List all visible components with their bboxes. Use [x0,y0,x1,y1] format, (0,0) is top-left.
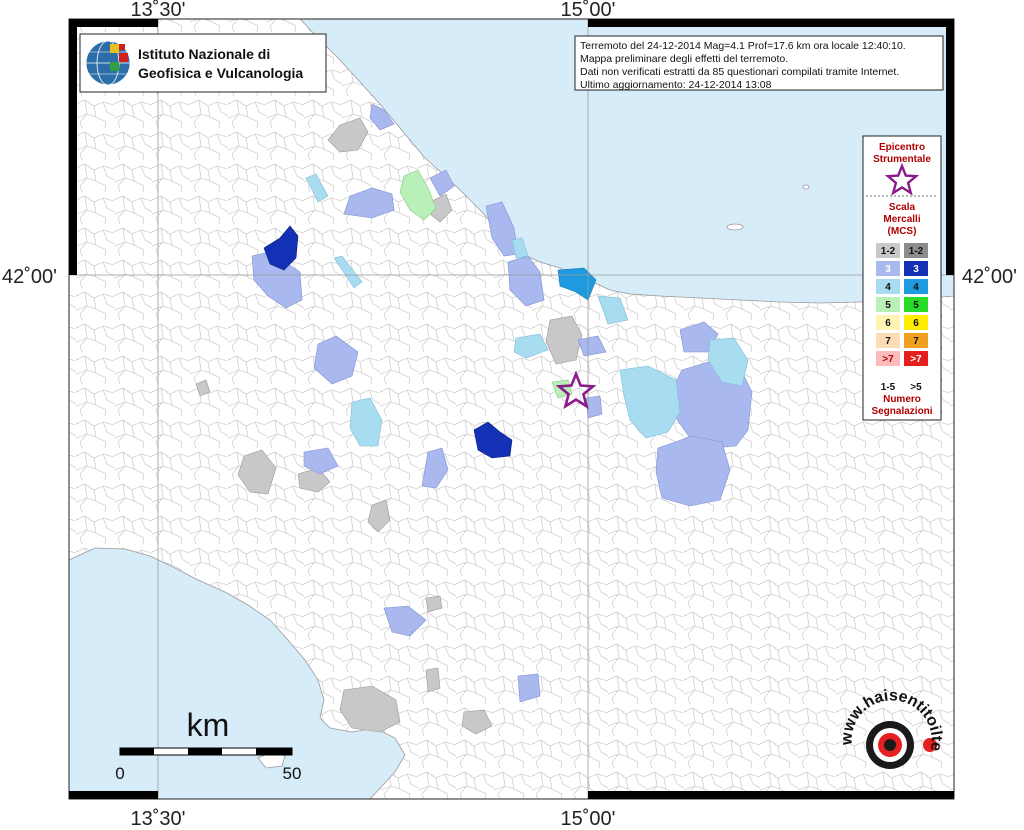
legend-swatch-label: 3 [885,264,891,275]
info-line: Mappa preliminare degli effetti del terr… [580,53,788,65]
frame-bar [69,19,77,275]
island [726,223,744,231]
info-line: Ultimo aggiornamento: 24-12-2014 13:08 [580,79,772,91]
legend-swatch-label: 7 [885,336,891,347]
region-mcs-1-2 [425,667,441,693]
legend-swatch-label: >7 [910,354,922,365]
info-box: Terremoto del 24-12-2014 Mag=4.1 Prof=17… [574,35,944,91]
lon-label-top-right: 15˚00' [561,0,616,21]
legend-swatch-label: 1-2 [881,246,896,257]
ingv-globe-icon [85,40,131,86]
legend-swatch-label: 4 [885,282,891,293]
lon-label-top-left: 13˚30' [131,0,186,21]
legend-swatch-label: >7 [882,354,894,365]
lat-label-right: 42˚00' [962,266,1017,288]
legend-count-right: >5 [910,382,922,393]
frame-bar [588,19,954,27]
legend-count-title: Numero [883,394,921,405]
legend-swatch-label: 5 [913,300,919,311]
frame-bar [69,791,158,799]
legend-scale-title: Mercalli [883,214,920,225]
lon-label-bottom-left: 13˚30' [131,808,186,830]
region-mcs-3 [655,435,731,507]
region-mcs-3 [585,395,603,419]
scale-end: 50 [283,764,302,783]
legend-swatch-label: 5 [885,300,891,311]
intensity-map: 13˚30' 15˚00' 13˚30' 15˚00' 42˚00' 42˚00… [0,0,1024,830]
island [802,184,810,190]
legend-count-left: 1-5 [881,382,896,393]
legend-epicenter-title: Epicentro [879,142,925,153]
institution-line1: Istituto Nazionale di [138,46,270,62]
legend-swatch-label: 3 [913,264,919,275]
map-area [69,19,954,799]
frame-bar [588,791,954,799]
legend-swatch-label: 7 [913,336,919,347]
scale-unit: km [187,707,230,743]
legend-swatch-label: 6 [885,318,891,329]
scale-start: 0 [115,764,124,783]
lon-label-bottom-right: 15˚00' [561,808,616,830]
frame-bar [946,19,954,275]
lat-label-left: 42˚00' [2,266,57,288]
legend-scale-title: (MCS) [888,226,917,237]
legend-swatch-label: 4 [913,282,919,293]
legend: Epicentro Strumentale Scala Mercalli (MC… [862,135,942,421]
legend-scale-title: Scala [889,202,916,213]
ingv-logo-box: Istituto Nazionale di Geofisica e Vulcan… [79,33,327,93]
institution-line2: Geofisica e Vulcanologia [138,65,303,81]
legend-count-title: Segnalazioni [871,406,932,417]
legend-swatch-label: 1-2 [909,246,924,257]
info-line: Terremoto del 24-12-2014 Mag=4.1 Prof=17… [580,40,906,52]
info-line: Dati non verificati estratti da 85 quest… [580,66,899,78]
legend-swatch-label: 6 [913,318,919,329]
